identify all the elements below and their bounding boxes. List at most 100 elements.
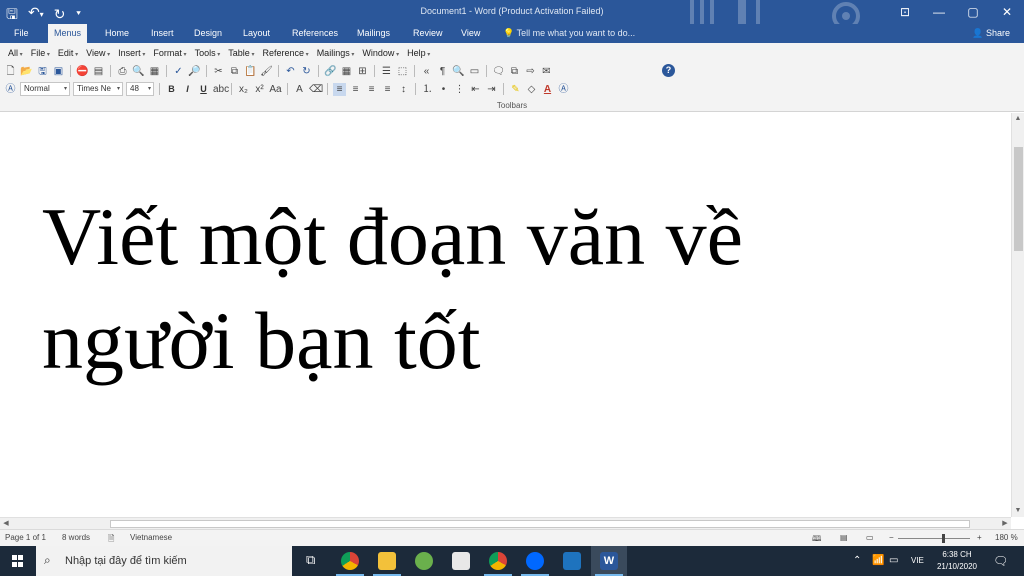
envelope-icon[interactable]: ✉ xyxy=(540,65,553,78)
justify-icon[interactable]: ≡ xyxy=(381,83,394,96)
vertical-scroll-thumb[interactable] xyxy=(1014,147,1023,251)
text-effect-icon[interactable]: A xyxy=(293,83,306,96)
task-view-button[interactable]: ⧉ xyxy=(295,546,331,576)
font-color-icon[interactable]: A xyxy=(541,83,554,96)
language-indicator[interactable]: Vietnamese xyxy=(130,533,172,542)
zoom-slider-knob[interactable] xyxy=(942,534,945,543)
menu-view[interactable]: View xyxy=(82,46,114,60)
style-combo[interactable]: Normal xyxy=(20,82,70,96)
zoom-out-icon[interactable]: − xyxy=(889,533,894,542)
tab-review[interactable]: Review xyxy=(407,24,449,43)
permission-icon[interactable]: ⛔ xyxy=(76,65,89,78)
numbering-icon[interactable]: ⒈ xyxy=(421,83,434,96)
templates-icon[interactable]: ▤ xyxy=(92,65,105,78)
restore-icon[interactable]: ▢ xyxy=(956,0,990,24)
tab-layout[interactable]: Layout xyxy=(237,24,276,43)
align-left-icon[interactable]: ≡ xyxy=(333,82,346,96)
taskbar-app-green[interactable] xyxy=(406,546,442,576)
tab-file[interactable]: File xyxy=(8,24,35,43)
menu-window[interactable]: Window xyxy=(358,46,403,60)
save-icon[interactable]: 🖫 xyxy=(36,65,49,78)
font-size-combo[interactable]: 48 xyxy=(126,82,154,96)
page-count[interactable]: Page 1 of 1 xyxy=(5,533,46,542)
scroll-down-icon[interactable]: ▼ xyxy=(1012,505,1024,517)
research-icon[interactable]: 🔎 xyxy=(188,65,201,78)
reading-mode-icon[interactable]: ▭ xyxy=(468,65,481,78)
next-change-icon[interactable]: ⇨ xyxy=(524,65,537,78)
zoom-in-icon[interactable]: + xyxy=(977,533,982,542)
shading-icon[interactable]: ◇ xyxy=(525,83,538,96)
zoom-slider[interactable] xyxy=(898,534,970,543)
tab-references[interactable]: References xyxy=(286,24,344,43)
start-button[interactable] xyxy=(0,546,36,576)
new-document-icon[interactable]: 🗋 xyxy=(4,65,17,78)
open-folder-icon[interactable]: 📂 xyxy=(20,65,33,78)
align-right-icon[interactable]: ≡ xyxy=(365,83,378,96)
subscript-icon[interactable]: x₂ xyxy=(237,83,250,96)
print-layout-icon[interactable]: ▤ xyxy=(840,533,848,542)
italic-button[interactable]: I xyxy=(181,84,194,94)
menu-all[interactable]: All xyxy=(4,46,27,60)
ribbon-display-options-icon[interactable]: ⊡ xyxy=(888,0,922,24)
comment-icon[interactable]: 🗨 xyxy=(492,65,505,78)
cut-icon[interactable]: ✂ xyxy=(212,65,225,78)
tab-insert[interactable]: Insert xyxy=(145,24,180,43)
bold-button[interactable]: B xyxy=(165,84,178,94)
quick-print-icon[interactable]: ▦ xyxy=(148,65,161,78)
taskbar-clock[interactable]: 6:38 CH 21/10/2020 xyxy=(928,549,986,573)
zoom-level[interactable]: 180 % xyxy=(995,533,1018,542)
horizontal-scroll-thumb[interactable] xyxy=(110,520,970,528)
menu-file[interactable]: File xyxy=(27,46,54,60)
eraser-icon[interactable]: ⌫ xyxy=(309,83,323,96)
print-icon[interactable]: ⎙ xyxy=(116,65,129,78)
menu-format[interactable]: Format xyxy=(149,46,190,60)
taskbar-chrome-2[interactable] xyxy=(480,546,516,576)
save-all-icon[interactable]: ▣ xyxy=(52,65,65,78)
taskbar-zalo[interactable] xyxy=(517,546,553,576)
taskbar-chrome-1[interactable] xyxy=(332,546,368,576)
taskbar-search-box[interactable]: ⌕ Nhập tại đây để tìm kiếm xyxy=(36,546,292,576)
text-effects-icon[interactable]: Ⓐ xyxy=(557,83,570,96)
multilevel-list-icon[interactable]: ⋮ xyxy=(453,83,466,96)
line-spacing-icon[interactable]: ↕ xyxy=(397,83,410,96)
undo-icon[interactable]: ↶ xyxy=(284,65,297,78)
menu-help[interactable]: Help xyxy=(403,46,434,60)
taskbar-word[interactable]: W xyxy=(591,546,627,576)
tray-overflow-icon[interactable]: ⌃ xyxy=(853,546,861,576)
increase-indent-icon[interactable]: ⇥ xyxy=(485,83,498,96)
close-icon[interactable]: ✕ xyxy=(990,0,1024,24)
share-button[interactable]: 👤 Share xyxy=(972,24,1010,43)
notification-icon[interactable]: 🗨 xyxy=(993,546,1008,576)
horizontal-scrollbar[interactable]: ◀ ▶ xyxy=(0,517,1011,529)
vertical-scrollbar[interactable]: ▲ ▼ xyxy=(1011,113,1024,517)
tell-me-box[interactable]: 💡 Tell me what you want to do... xyxy=(503,24,635,43)
menu-tools[interactable]: Tools xyxy=(191,46,225,60)
font-combo[interactable]: Times Ne xyxy=(73,82,123,96)
tab-menus[interactable]: Menus xyxy=(48,24,88,43)
bullets-icon[interactable]: • xyxy=(437,83,450,96)
input-language[interactable]: VIE xyxy=(911,546,924,576)
taskbar-file-explorer[interactable] xyxy=(369,546,405,576)
superscript-icon[interactable]: x² xyxy=(253,83,266,96)
redo-icon[interactable]: ↻ xyxy=(300,65,313,78)
change-case-icon[interactable]: Aa xyxy=(269,83,282,96)
help-icon[interactable]: ? xyxy=(662,64,675,77)
menu-table[interactable]: Table xyxy=(224,46,258,60)
spelling-icon[interactable]: ✓ xyxy=(172,65,185,78)
menu-mailings[interactable]: Mailings xyxy=(313,46,359,60)
align-center-icon[interactable]: ≡ xyxy=(349,83,362,96)
drawing-icon[interactable]: ⬚ xyxy=(396,65,409,78)
copy-icon[interactable]: ⧉ xyxy=(228,65,241,78)
zoom-icon[interactable]: 🔍 xyxy=(452,65,465,78)
battery-icon[interactable]: ▭ xyxy=(889,546,898,576)
columns-icon[interactable]: ☰ xyxy=(380,65,393,78)
tab-view[interactable]: View xyxy=(455,24,486,43)
tab-design[interactable]: Design xyxy=(188,24,228,43)
menu-edit[interactable]: Edit xyxy=(54,46,82,60)
table-icon[interactable]: ▦ xyxy=(340,65,353,78)
hyperlink-icon[interactable]: 🔗 xyxy=(324,65,337,78)
document-canvas[interactable]: Viết một đoạn văn về người bạn tốt xyxy=(0,113,1011,517)
tab-home[interactable]: Home xyxy=(99,24,135,43)
menu-reference[interactable]: Reference xyxy=(258,46,312,60)
format-painter-icon[interactable]: 🖌 xyxy=(260,65,273,78)
